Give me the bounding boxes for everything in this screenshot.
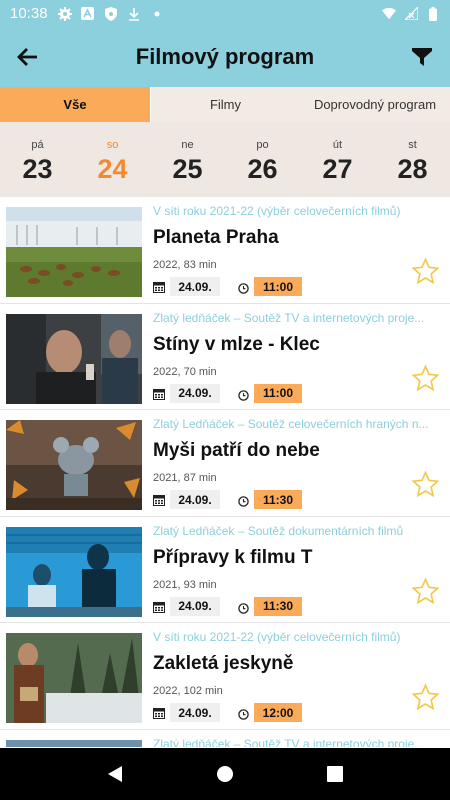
film-list-item[interactable]: Zlatý ledňáček – Soutěž TV a internetový…	[0, 730, 450, 748]
favorite-star-icon[interactable]	[411, 363, 440, 393]
recents-square-icon[interactable]	[315, 754, 355, 794]
day-item[interactable]: út 27	[300, 122, 375, 197]
film-thumbnail	[6, 313, 142, 404]
shield-icon	[104, 6, 118, 21]
film-title: Přípravy k filmu T	[153, 546, 313, 568]
film-category: Zlatý Ledňáček – Soutěž celovečerních hr…	[153, 417, 429, 431]
day-name: pá	[31, 139, 44, 151]
film-thumbnail	[6, 420, 142, 510]
signal-icon	[404, 7, 418, 21]
film-date: 24.09.	[170, 596, 220, 616]
day-name: po	[256, 139, 269, 151]
film-list-item[interactable]: Zlatý Ledňáček – Soutěž celovečerních hr…	[0, 410, 450, 517]
favorite-star-icon[interactable]	[411, 576, 440, 606]
film-category: V síti roku 2021-22 (výběr celovečerních…	[153, 204, 401, 218]
film-thumbnail	[6, 739, 142, 747]
status-bar: 10:38	[0, 0, 450, 27]
film-meta: 2022, 70 min	[153, 365, 217, 378]
day-number: 28	[397, 154, 428, 184]
clock-icon	[238, 281, 249, 294]
calendar-icon	[153, 493, 165, 506]
back-triangle-icon[interactable]	[95, 754, 135, 794]
film-list-item[interactable]: V síti roku 2021-22 (výběr celovečerních…	[0, 197, 450, 304]
favorite-star-icon[interactable]	[411, 257, 440, 286]
film-thumbnail	[6, 207, 142, 297]
film-meta: 2021, 93 min	[153, 578, 217, 591]
tab-vse[interactable]: Vše	[0, 87, 150, 122]
film-thumbnail	[6, 633, 142, 723]
day-number: 24	[97, 154, 128, 184]
calendar-icon	[153, 387, 165, 400]
film-meta: 2021, 87 min	[153, 472, 217, 484]
film-category: Zlatý ledňáček – Soutěž TV a internetový…	[153, 736, 425, 748]
day-number: 27	[322, 154, 353, 184]
download-icon	[127, 7, 141, 21]
day-number: 25	[172, 154, 203, 184]
tab-doprovodny-program[interactable]: Doprovodný program	[300, 87, 450, 122]
battery-icon	[426, 6, 440, 21]
film-thumbnail	[6, 526, 142, 617]
film-title: Myši patří do nebe	[153, 440, 320, 461]
dot-icon	[150, 7, 164, 21]
app-bar: Filmový program	[0, 27, 450, 87]
calendar-icon	[153, 280, 165, 293]
day-item[interactable]: st 28	[375, 122, 450, 197]
favorite-star-icon[interactable]	[411, 683, 440, 712]
day-name: ne	[181, 139, 194, 151]
status-time: 10:38	[10, 5, 48, 22]
film-time: 11:30	[254, 490, 302, 509]
clock-icon	[238, 494, 249, 507]
film-date: 24.09.	[170, 703, 220, 722]
calendar-icon	[153, 600, 165, 613]
film-category: Zlatý ledňáček – Soutěž TV a internetový…	[153, 310, 425, 325]
day-name: st	[408, 139, 417, 151]
category-tabs: Vše Filmy Doprovodný program	[0, 87, 450, 122]
gear-icon	[57, 6, 72, 21]
calendar-icon	[153, 706, 165, 719]
film-meta: 2022, 102 min	[153, 685, 223, 697]
film-category: Zlatý Ledňáček – Soutěž dokumentárních f…	[153, 523, 404, 538]
film-list[interactable]: V síti roku 2021-22 (výběr celovečerních…	[0, 197, 450, 747]
film-list-item[interactable]: Zlatý Ledňáček – Soutěž dokumentárních f…	[0, 517, 450, 623]
arrow-left-icon[interactable]	[0, 27, 56, 87]
favorite-star-icon[interactable]	[411, 470, 440, 499]
film-date: 24.09.	[170, 277, 220, 296]
day-number: 23	[22, 154, 53, 184]
day-number: 26	[247, 154, 278, 184]
day-selector: pá 23 so 24 ne 25 po 26 út 27 st 28	[0, 122, 450, 197]
film-category: V síti roku 2021-22 (výběr celovečerních…	[153, 630, 401, 644]
film-title: Zakletá jeskyně	[153, 653, 294, 674]
wifi-icon	[382, 7, 396, 21]
day-item-selected[interactable]: so 24	[75, 122, 150, 197]
page-title: Filmový program	[135, 44, 315, 69]
tab-filmy[interactable]: Filmy	[150, 87, 300, 122]
system-navigation-bar	[0, 748, 450, 800]
film-list-item[interactable]: V síti roku 2021-22 (výběr celovečerních…	[0, 623, 450, 730]
film-date: 24.09.	[170, 383, 220, 403]
film-time: 11:30	[254, 596, 302, 616]
home-circle-icon[interactable]	[205, 754, 245, 794]
day-name: út	[332, 139, 343, 151]
clock-icon	[238, 601, 249, 614]
film-meta: 2022, 83 min	[153, 259, 217, 271]
day-item[interactable]: ne 25	[150, 122, 225, 197]
filter-icon[interactable]	[394, 27, 450, 87]
clock-icon	[238, 707, 249, 720]
film-title: Planeta Praha	[153, 227, 279, 248]
film-date: 24.09.	[170, 490, 220, 509]
day-item[interactable]: pá 23	[0, 122, 75, 197]
film-title: Stíny v mlze - Klec	[153, 333, 320, 355]
film-time: 11:00	[254, 277, 302, 296]
day-name: so	[106, 139, 119, 151]
clock-icon	[238, 388, 249, 401]
film-time: 12:00	[254, 703, 302, 722]
a-icon	[81, 7, 95, 21]
film-time: 11:00	[254, 383, 302, 403]
film-list-item[interactable]: Zlatý ledňáček – Soutěž TV a internetový…	[0, 304, 450, 410]
day-item[interactable]: po 26	[225, 122, 300, 197]
